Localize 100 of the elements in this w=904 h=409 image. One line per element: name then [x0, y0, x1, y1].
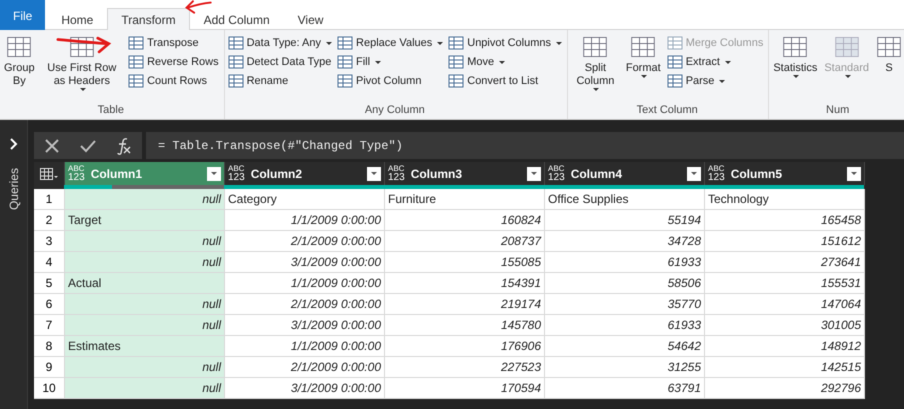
ribbon-button[interactable]: Detect Data Type [226, 54, 334, 70]
table-cell: 170594 [385, 378, 545, 398]
grid-icon [666, 36, 683, 50]
ribbon-tab[interactable]: Home [47, 8, 108, 30]
chevron-icon[interactable] [8, 138, 18, 150]
function-icon[interactable] [116, 136, 132, 154]
table-cell: 219174 [385, 294, 545, 314]
table-cell: 1/1/2009 0:00:00 [225, 210, 385, 230]
ribbon-button[interactable]: Transpose [127, 35, 220, 51]
ribbon-button[interactable]: Fill [336, 54, 444, 70]
filter-button[interactable] [687, 166, 701, 180]
filter-button[interactable] [527, 166, 541, 180]
queries-label[interactable]: Queries [6, 168, 20, 210]
table-cell: Estimates [65, 336, 225, 356]
table-cell: null [65, 231, 225, 251]
grid-icon [228, 36, 244, 50]
ribbon-button[interactable]: Move [447, 54, 564, 70]
filter-button[interactable] [207, 166, 221, 180]
ribbon-tab[interactable]: Add Column [190, 8, 284, 30]
ribbon-button[interactable]: Format [624, 33, 663, 103]
table-icon [582, 34, 608, 60]
filter-button[interactable] [367, 166, 381, 180]
table-cell: 165458 [705, 210, 865, 230]
group-label: Table [96, 103, 125, 117]
ribbon-button[interactable]: Parse [666, 73, 764, 89]
ribbon-button[interactable]: Split Column [570, 33, 621, 103]
caret-icon [326, 42, 332, 44]
ribbon-button[interactable]: Use First Row as Headers [40, 33, 124, 103]
ribbon-button[interactable]: Extract [666, 54, 764, 70]
ribbon-tab[interactable]: View [284, 8, 338, 30]
table-cell: 63791 [545, 378, 705, 398]
table-cell: 151612 [705, 231, 865, 251]
group-label: Num [825, 103, 850, 117]
caret-icon [499, 60, 506, 64]
ribbon-button[interactable]: Rename [226, 73, 334, 89]
ribbon-button[interactable]: Statistics [771, 33, 820, 103]
table-cell: 31255 [545, 357, 705, 377]
ribbon-tab[interactable]: File [0, 0, 46, 30]
table-cell: null [65, 378, 225, 398]
table-cell: Technology [705, 189, 865, 209]
grid-icon [128, 55, 144, 69]
table-cell: null [65, 252, 225, 272]
table-cell: null [65, 315, 225, 335]
table-cell: 34728 [545, 231, 705, 251]
ribbon-button[interactable]: Pivot Column [336, 73, 444, 89]
grid-icon [448, 55, 464, 69]
caret-icon [375, 60, 382, 64]
ribbon-tab[interactable]: Transform [107, 8, 190, 30]
grid-icon [448, 36, 464, 50]
type-icon[interactable]: ABC 123 [388, 164, 405, 182]
table-cell: 301005 [705, 315, 865, 335]
caret-icon [437, 42, 444, 44]
type-icon[interactable]: ABC 123 [68, 164, 85, 182]
type-icon[interactable]: ABC 123 [548, 164, 565, 182]
table-cell: 208737 [385, 231, 545, 251]
table-cell: 3/1/2009 0:00:00 [225, 315, 385, 335]
ribbon-button[interactable]: Group By [2, 33, 37, 103]
table-icon [834, 34, 860, 60]
table-cell: null [65, 294, 225, 314]
caret-icon [844, 75, 851, 78]
ribbon-button[interactable]: Replace Values [336, 35, 444, 51]
grid-icon [666, 74, 683, 88]
table-icon [6, 34, 32, 60]
table-cell: 142515 [705, 357, 865, 377]
grid-icon [337, 55, 354, 69]
ribbon-button[interactable]: Unpivot Columns [447, 35, 564, 51]
table-cell: 292796 [705, 378, 865, 398]
formula-field[interactable]: = Table.Transpose(#"Changed Type") [146, 132, 904, 159]
table-cell: 2/1/2009 0:00:00 [225, 294, 385, 314]
filter-button[interactable] [847, 166, 861, 180]
table-cell: 2/1/2009 0:00:00 [225, 357, 385, 377]
table-cell: Furniture [385, 189, 545, 209]
table-cell: 3/1/2009 0:00:00 [225, 378, 385, 398]
ribbon-button[interactable]: Convert to List [447, 73, 564, 89]
table-cell: 155531 [705, 273, 865, 293]
ribbon-button[interactable]: Count Rows [127, 73, 220, 89]
ribbon-button[interactable]: S [874, 33, 904, 103]
table-cell: 155085 [385, 252, 545, 272]
table-cell: Actual [65, 273, 225, 293]
ribbon-button[interactable]: Data Type: Any [226, 35, 334, 51]
table-cell: 160824 [385, 210, 545, 230]
caret-icon [691, 172, 697, 175]
grid-icon [228, 74, 244, 88]
table-cell: 35770 [545, 294, 705, 314]
grid-icon [448, 74, 464, 88]
checkmark-icon[interactable] [80, 138, 96, 152]
table-cell: null [65, 189, 225, 209]
grid-icon [666, 55, 683, 69]
table-cell: 145780 [385, 315, 545, 335]
caret-icon [211, 172, 217, 175]
caret-icon [531, 172, 537, 175]
table-cell: 1/1/2009 0:00:00 [225, 273, 385, 293]
table-cell: 61933 [545, 252, 705, 272]
caret-icon [80, 88, 86, 91]
table-cell: Office Supplies [545, 189, 705, 209]
type-icon[interactable]: ABC 123 [228, 164, 245, 182]
ribbon-button[interactable]: Reverse Rows [127, 54, 220, 70]
table-cell: 176906 [385, 336, 545, 356]
type-icon[interactable]: ABC 123 [708, 164, 725, 182]
close-icon[interactable] [44, 138, 60, 154]
